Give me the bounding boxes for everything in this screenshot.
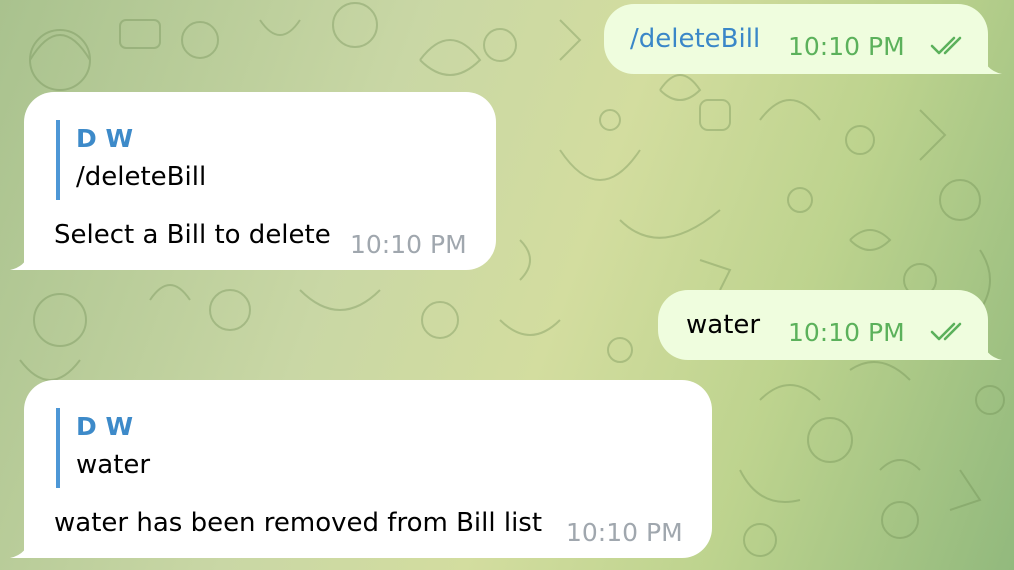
reply-quoted-text: /deleteBill xyxy=(76,162,207,192)
reply-quote[interactable]: D W water xyxy=(56,408,150,488)
bubble-tail xyxy=(10,536,30,558)
double-check-icon xyxy=(930,322,962,341)
reply-quoted-text: water xyxy=(76,450,151,480)
chat-window: { "theme": { "outgoing_bubble": "#effdde… xyxy=(0,0,1014,570)
message-time: 10:10 PM xyxy=(788,32,905,61)
message-text: water xyxy=(686,310,761,340)
message-text: water has been removed from Bill list xyxy=(54,508,543,538)
message-time: 10:10 PM xyxy=(788,318,905,347)
bubble-tail xyxy=(982,338,1002,360)
message-text: Select a Bill to delete xyxy=(54,220,331,250)
message-incoming[interactable]: D W water water has been removed from Bi… xyxy=(10,380,712,558)
reply-sender-name: D W xyxy=(76,412,134,441)
message-text[interactable]: /deleteBill xyxy=(630,24,760,54)
bubble-tail xyxy=(982,52,1002,74)
message-time: 10:10 PM xyxy=(566,518,683,547)
message-outgoing[interactable]: /deleteBill 10:10 PM xyxy=(604,4,1002,74)
reply-sender-name: D W xyxy=(76,124,134,153)
bubble-tail xyxy=(10,248,30,270)
reply-quote[interactable]: D W /deleteBill xyxy=(56,120,206,200)
double-check-icon xyxy=(930,36,962,55)
message-incoming[interactable]: D W /deleteBill Select a Bill to delete … xyxy=(10,92,496,270)
message-time: 10:10 PM xyxy=(350,230,467,259)
message-outgoing[interactable]: water 10:10 PM xyxy=(658,290,1002,360)
